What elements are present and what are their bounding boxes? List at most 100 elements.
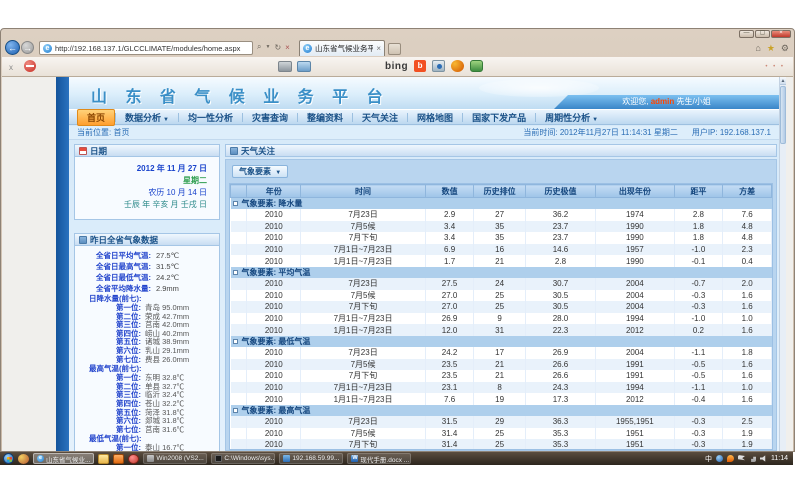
taskbar-button-5[interactable]: W现代手册.docx ... <box>347 453 411 464</box>
taskbar-button-3[interactable]: C:\Windows\sys... <box>211 453 275 464</box>
taskbar-button-4[interactable]: 192.168.59.99... <box>279 453 343 464</box>
section-header-row[interactable]: 气象要素: 最低气温 <box>231 336 772 347</box>
bing-box-icon[interactable]: b <box>414 60 426 72</box>
table-row[interactable]: 20107月5候31.42535.31951-0.31.9 <box>231 428 772 440</box>
stop-icon[interactable]: × <box>285 43 290 52</box>
minimize-button[interactable]: — <box>739 30 754 38</box>
menu-item-8[interactable]: 国家下发产品 <box>463 110 535 125</box>
section-header-row[interactable]: 气象要素: 降水量 <box>231 198 772 210</box>
table-row[interactable]: 20107月下旬27.02530.52004-0.31.6 <box>231 301 772 313</box>
firefox-icon[interactable] <box>727 455 734 462</box>
table-row[interactable]: 20107月下旬31.42535.31951-0.31.9 <box>231 439 772 450</box>
cell-blank <box>231 428 247 440</box>
tab-close-icon[interactable]: × <box>376 44 381 53</box>
home-icon[interactable]: ⌂ <box>755 43 760 54</box>
table-row[interactable]: 20107月23日2.92736.219742.87.6 <box>231 209 772 221</box>
start-button[interactable] <box>3 453 14 464</box>
tray-app-icon[interactable] <box>716 455 723 462</box>
section-expand-icon[interactable] <box>233 408 238 413</box>
menu-item-6[interactable]: 天气关注 <box>353 110 407 125</box>
element-dropdown-button[interactable]: 气象要素 ▼ <box>232 165 288 178</box>
cell: 2010 <box>247 416 301 428</box>
paw-icon[interactable] <box>451 60 464 72</box>
close-button[interactable]: × <box>771 30 791 38</box>
people-icon[interactable] <box>470 60 483 72</box>
tab-favicon: e <box>303 44 312 53</box>
network-icon[interactable] <box>749 455 756 462</box>
search-dropdown-icon[interactable]: ▼ <box>265 44 270 50</box>
refresh-icon[interactable]: ↻ <box>274 43 281 52</box>
folder-icon[interactable] <box>98 454 109 464</box>
more-options-icon[interactable]: • • • <box>765 64 785 70</box>
scrollbar-up-icon[interactable]: ▲ <box>780 77 786 85</box>
section-expand-icon[interactable] <box>233 270 238 275</box>
toolbar-close-icon[interactable]: x <box>9 63 13 72</box>
table-row[interactable]: 20107月5候23.52126.61991-0.51.6 <box>231 359 772 371</box>
menu-item-9[interactable]: 周期性分析▼ <box>536 110 607 125</box>
speaker-icon[interactable] <box>760 455 767 462</box>
section-header-row[interactable]: 气象要素: 平均气温 <box>231 267 772 278</box>
table-row[interactable]: 20101月1日~7月23日12.03122.320120.21.6 <box>231 324 772 336</box>
bing-logo[interactable]: bing <box>385 61 408 72</box>
taskbar-button-2[interactable]: Win2008 (VS2... <box>143 453 207 464</box>
pinned-app-icon[interactable] <box>113 454 124 464</box>
cell: 1.8 <box>674 221 723 233</box>
menu-item-2[interactable]: 数据分析▼ <box>116 110 178 125</box>
main-panel: 天气关注 气象要素 ▼ <box>225 144 777 451</box>
table-row[interactable]: 20107月23日31.52936.31955,1951-0.32.5 <box>231 416 772 428</box>
tools-gear-icon[interactable]: ⚙ <box>781 43 789 54</box>
menu-item-4[interactable]: 灾害查询 <box>243 110 297 125</box>
table-row[interactable]: 20107月下旬23.52126.61991-0.51.6 <box>231 370 772 382</box>
cell: 7.6 <box>723 209 772 221</box>
cell: 1.8 <box>723 347 772 359</box>
menu-item-5[interactable]: 整编资料 <box>298 110 352 125</box>
browser-tab[interactable]: e 山东省气候业务平... × <box>299 40 385 56</box>
action-center-flag-icon[interactable] <box>738 455 745 462</box>
table-row[interactable]: 20107月下旬3.43523.719901.84.8 <box>231 232 772 244</box>
table-row[interactable]: 20101月1日~7月23日7.61917.32012-0.41.6 <box>231 393 772 405</box>
search-icon[interactable]: ⌕ <box>257 42 261 52</box>
forward-button[interactable]: → <box>21 41 34 54</box>
current-time-text: 当前时间: 2012年11月27日 11:14:31 星期二 <box>523 127 677 138</box>
menu-item-1[interactable]: 首页 <box>77 109 115 126</box>
table-row[interactable]: 20107月1日~7月23日26.9928.01994-1.01.0 <box>231 313 772 325</box>
table-row[interactable]: 20107月23日27.52430.72004-0.72.0 <box>231 278 772 290</box>
blocked-plugin-icon[interactable] <box>24 60 36 72</box>
table-row[interactable]: 20107月1日~7月23日23.1824.31994-1.11.0 <box>231 382 772 394</box>
new-tab-button[interactable] <box>388 43 401 55</box>
chevron-down-icon: ▼ <box>592 117 598 123</box>
table-row[interactable]: 20107月5候27.02530.52004-0.31.6 <box>231 290 772 302</box>
back-button[interactable]: ← <box>5 40 20 55</box>
header-cell: 时间 <box>301 185 425 198</box>
table-row[interactable]: 20107月5候3.43523.719901.84.8 <box>231 221 772 233</box>
section-expand-icon[interactable] <box>233 201 238 206</box>
stat-value: 2.9mm <box>156 283 179 294</box>
taskbar-button-1[interactable]: e山东省气候业... <box>33 453 94 464</box>
stamp-icon[interactable] <box>278 61 292 72</box>
address-input[interactable]: e http://192.168.137.1/GLCCLIMATE/module… <box>39 41 253 55</box>
section-name: 气象要素: 降水量 <box>242 199 303 208</box>
table-row[interactable]: 20107月23日24.21726.92004-1.11.8 <box>231 347 772 359</box>
page-scrollbar[interactable]: ▲ <box>779 77 786 451</box>
table-row[interactable]: 20101月1日~7月23日1.7212.81990-0.10.4 <box>231 255 772 267</box>
cell: 25 <box>474 301 525 313</box>
table-row[interactable]: 20107月1日~7月23日6.91614.61957-1.02.3 <box>231 244 772 256</box>
url-text[interactable]: http://192.168.137.1/GLCCLIMATE/modules/… <box>55 44 240 53</box>
scrollbar-thumb[interactable] <box>780 86 786 144</box>
tab-title[interactable]: 山东省气候业务平... <box>315 43 373 54</box>
maximize-button[interactable]: ▢ <box>755 30 770 38</box>
favorites-star-icon[interactable]: ★ <box>767 43 775 54</box>
stat-row: 全省平均降水量:2.9mm <box>79 283 217 294</box>
ime-indicator[interactable]: 中 <box>705 454 712 464</box>
taskbar-clock[interactable]: 11:14 <box>771 455 788 462</box>
menu-item-3[interactable]: 均一性分析 <box>179 110 242 125</box>
camera-icon[interactable] <box>432 60 445 72</box>
section-expand-icon[interactable] <box>233 339 238 344</box>
mail-icon[interactable] <box>297 61 311 72</box>
section-header-row[interactable]: 气象要素: 最高气温 <box>231 405 772 416</box>
launcher-icon[interactable] <box>18 454 29 464</box>
menu-item-7[interactable]: 网格地图 <box>408 110 462 125</box>
media-player-icon[interactable] <box>128 454 139 464</box>
window-titlebar[interactable]: — ▢ × <box>1 29 794 39</box>
cell: 2.9 <box>425 209 474 221</box>
